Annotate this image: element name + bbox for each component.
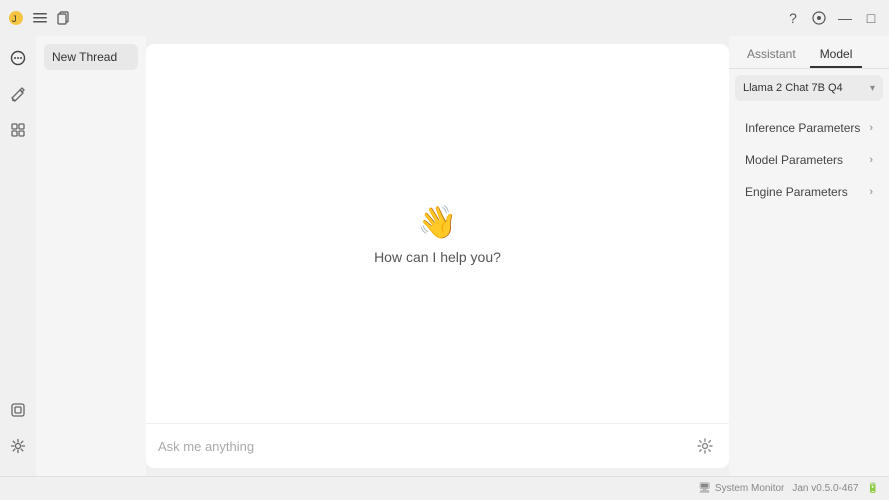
chevron-down-icon: ▾ — [870, 83, 875, 94]
main-layout: New Thread 👋 How can I help you? Assista… — [0, 36, 889, 476]
welcome-text: How can I help you? — [374, 249, 501, 265]
tab-assistant[interactable]: Assistant — [737, 42, 806, 68]
layers-nav-icon[interactable] — [4, 396, 32, 424]
engine-parameters-section[interactable]: Engine Parameters › — [737, 177, 881, 207]
system-monitor-label: System Monitor — [715, 483, 784, 494]
maximize-button[interactable]: □ — [861, 8, 881, 28]
inference-parameters-section[interactable]: Inference Parameters › — [737, 113, 881, 143]
chat-settings-icon[interactable] — [693, 434, 717, 458]
help-icon[interactable]: ? — [783, 8, 803, 28]
grid-nav-icon[interactable] — [4, 116, 32, 144]
copy-icon[interactable] — [56, 10, 72, 26]
thread-panel: New Thread — [36, 36, 146, 476]
chat-area: 👋 How can I help you? — [146, 44, 729, 468]
welcome-emoji: 👋 — [418, 203, 458, 241]
chat-messages: 👋 How can I help you? — [146, 44, 729, 423]
thread-item[interactable]: New Thread — [44, 44, 138, 70]
icon-sidebar — [0, 36, 36, 476]
engine-chevron-icon: › — [869, 186, 873, 198]
hamburger-icon[interactable] — [32, 10, 48, 26]
settings-nav-icon[interactable] — [4, 432, 32, 460]
chat-nav-icon[interactable] — [4, 44, 32, 72]
edit-nav-icon[interactable] — [4, 80, 32, 108]
app-icon: J — [8, 10, 24, 26]
title-bar-right: ? — □ — [783, 8, 881, 28]
icon-sidebar-bottom — [4, 396, 32, 468]
model-parameters-section[interactable]: Model Parameters › — [737, 145, 881, 175]
model-selector-value: Llama 2 Chat 7B Q4 — [743, 82, 866, 94]
status-bar: 🖥 System Monitor Jan v0.5.0-467 🔋 — [0, 476, 889, 500]
model-parameters-label: Model Parameters — [745, 153, 843, 167]
question-icon[interactable] — [809, 8, 829, 28]
title-bar: J ? — □ — [0, 0, 889, 36]
battery-icon: 🔋 — [867, 483, 879, 494]
right-panel-tabs: Assistant Model — [729, 36, 889, 69]
system-monitor-item[interactable]: 🖥 System Monitor — [698, 483, 784, 494]
inference-parameters-label: Inference Parameters — [745, 121, 860, 135]
model-chevron-icon: › — [869, 154, 873, 166]
tab-model[interactable]: Model — [810, 42, 863, 68]
model-selector[interactable]: Llama 2 Chat 7B Q4 ▾ — [735, 75, 883, 101]
minimize-button[interactable]: — — [835, 8, 855, 28]
right-panel-content: Inference Parameters › Model Parameters … — [729, 105, 889, 215]
engine-parameters-label: Engine Parameters — [745, 185, 848, 199]
chat-input-area — [146, 423, 729, 468]
inference-chevron-icon: › — [869, 122, 873, 134]
svg-text:J: J — [12, 14, 17, 24]
title-bar-left: J — [8, 10, 72, 26]
chat-input[interactable] — [158, 439, 685, 454]
system-monitor-icon: 🖥 — [698, 483, 711, 494]
version-label: Jan v0.5.0-467 — [792, 483, 858, 494]
right-panel: Assistant Model Llama 2 Chat 7B Q4 ▾ Inf… — [729, 36, 889, 476]
